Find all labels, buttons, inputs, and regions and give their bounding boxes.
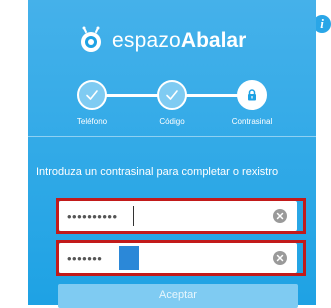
- step-contrasinal-circle: [237, 80, 267, 110]
- confirm-password-field[interactable]: •••••••: [59, 243, 297, 273]
- clear-icon[interactable]: [273, 209, 287, 223]
- brand-logo: espazoAbalar: [28, 22, 316, 62]
- check-icon: [86, 90, 98, 100]
- password-field[interactable]: ••••••••••: [59, 201, 297, 231]
- accept-button[interactable]: Aceptar: [58, 284, 298, 308]
- confirm-password-value: •••••••: [67, 251, 103, 266]
- lock-icon: [248, 89, 256, 101]
- logo-icon: [81, 26, 101, 52]
- clear-icon[interactable]: [273, 251, 287, 265]
- step-label-codigo: Código: [159, 117, 185, 126]
- brand-name: espazoAbalar: [112, 29, 246, 53]
- selection-handle[interactable]: [119, 246, 139, 270]
- divider: [28, 136, 316, 137]
- step-codigo-circle: [157, 80, 187, 110]
- step-telefono-circle: [77, 80, 107, 110]
- instruction-text: Introduza un contrasinal para completar …: [36, 166, 279, 178]
- brand-name-part1: espazo: [112, 29, 181, 52]
- text-caret: [133, 206, 134, 226]
- check-icon: [166, 90, 178, 100]
- brand-name-part2: Abalar: [180, 29, 247, 52]
- password-value: ••••••••••: [67, 209, 118, 224]
- step-label-telefono: Teléfono: [76, 117, 108, 126]
- step-label-contrasinal: Contrasinal: [231, 117, 273, 126]
